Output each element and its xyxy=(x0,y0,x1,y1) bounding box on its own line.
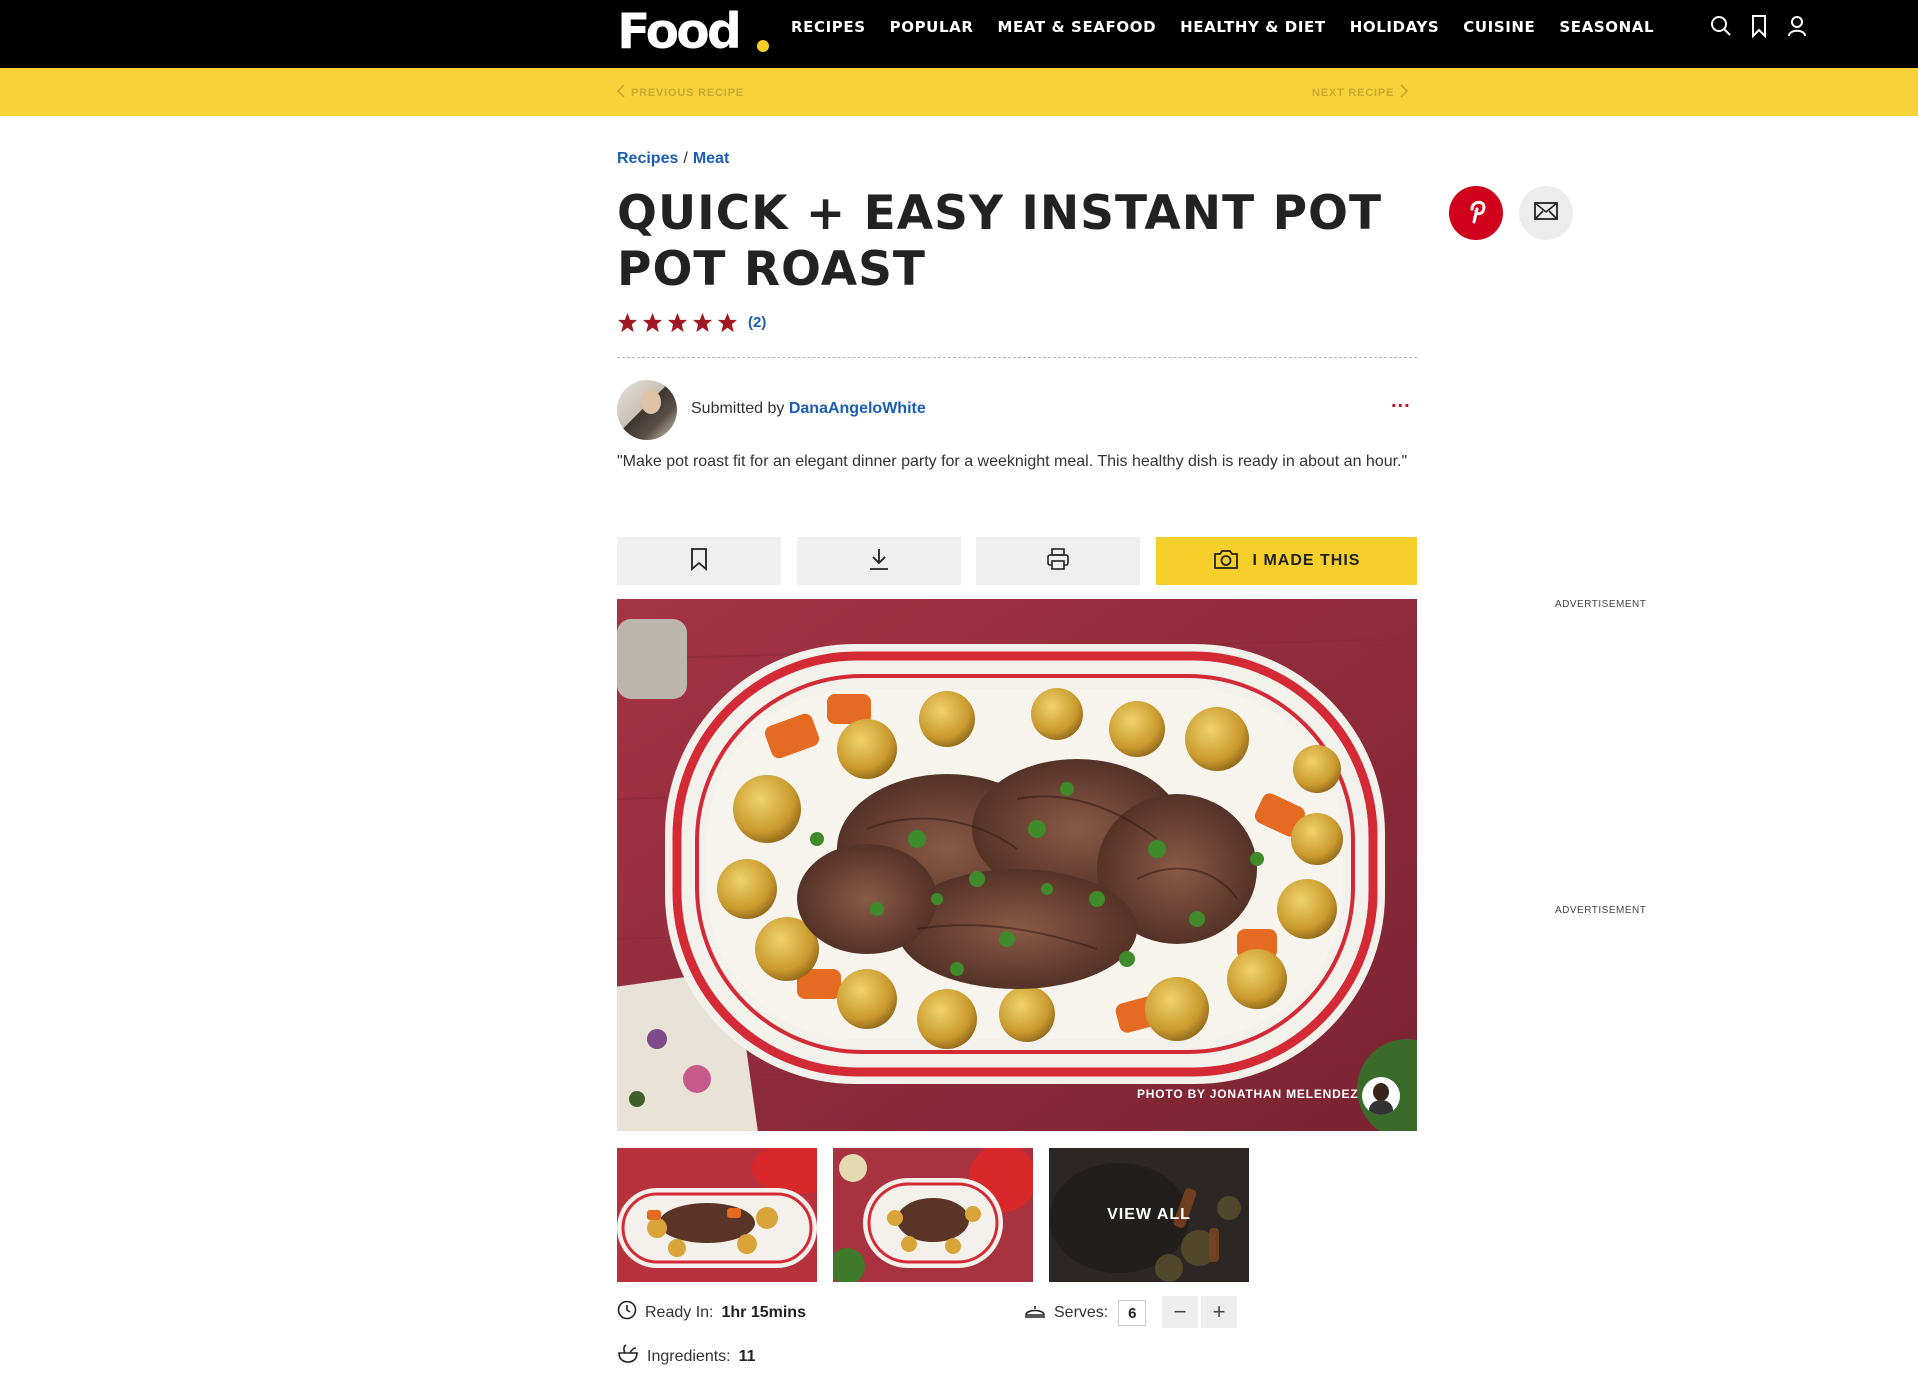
ingredients-icon xyxy=(617,1344,639,1369)
clock-icon xyxy=(617,1300,637,1325)
chevron-right-icon xyxy=(1400,84,1409,101)
recipe-description: "Make pot roast fit for an elegant dinne… xyxy=(617,453,1408,470)
star-icon xyxy=(717,312,738,333)
search-icon[interactable] xyxy=(1710,14,1732,38)
rating-count-link[interactable]: (2) xyxy=(748,314,766,331)
decrease-servings-button[interactable]: − xyxy=(1162,1296,1198,1328)
breadcrumb-meat[interactable]: Meat xyxy=(693,150,729,168)
submitted-prefix: Submitted by xyxy=(691,400,785,417)
bookmark-icon[interactable] xyxy=(1748,14,1770,39)
star-icon xyxy=(617,312,638,333)
main-nav: RECIPES POPULAR MEAT & SEAFOOD HEALTHY &… xyxy=(791,0,1678,54)
more-options-button[interactable]: ... xyxy=(1391,390,1411,413)
ready-in-value: 1hr 15mins xyxy=(721,1303,806,1321)
divider xyxy=(617,357,1417,358)
header-icons xyxy=(1710,14,1808,39)
email-share-button[interactable] xyxy=(1519,186,1573,240)
i-made-this-button[interactable]: I MADE THIS xyxy=(1156,537,1417,585)
ingredients-label: Ingredients: xyxy=(647,1347,731,1365)
photographer-avatar[interactable] xyxy=(1362,1077,1400,1115)
nav-item-popular[interactable]: POPULAR xyxy=(890,18,974,36)
nav-item-meat-seafood[interactable]: MEAT & SEAFOOD xyxy=(997,18,1156,36)
advertisement-label: ADVERTISEMENT xyxy=(1555,905,1647,916)
breadcrumb-separator: / xyxy=(683,150,688,167)
ingredients-count: Ingredients: 11 xyxy=(617,1344,756,1369)
star-icon xyxy=(642,312,663,333)
author-avatar[interactable] xyxy=(617,380,677,440)
previous-recipe-link[interactable]: PREVIOUS RECIPE xyxy=(616,84,744,101)
advertisement-label: ADVERTISEMENT xyxy=(1555,599,1647,610)
author-link[interactable]: DanaAngeloWhite xyxy=(789,400,926,417)
thumbnail-photo[interactable] xyxy=(617,1148,817,1282)
nav-item-healthy-diet[interactable]: HEALTHY & DIET xyxy=(1180,18,1326,36)
logo-dot xyxy=(757,40,769,52)
pinterest-share-button[interactable] xyxy=(1449,186,1503,240)
recipe-hero-photo[interactable] xyxy=(617,599,1417,1131)
star-icon xyxy=(667,312,688,333)
previous-recipe-label: PREVIOUS RECIPE xyxy=(631,86,744,99)
view-all-photos-tile[interactable] xyxy=(1049,1148,1249,1282)
nav-item-recipes[interactable]: RECIPES xyxy=(791,18,866,36)
pinterest-icon xyxy=(1463,196,1489,231)
next-recipe-label: NEXT RECIPE xyxy=(1312,86,1395,99)
ingredients-value: 11 xyxy=(738,1347,756,1365)
photo-credit[interactable]: PHOTO BY JONATHAN MELENDEZ xyxy=(1137,1087,1358,1101)
download-button[interactable] xyxy=(797,537,961,585)
download-icon xyxy=(867,547,891,576)
serving-dish-icon xyxy=(1024,1301,1046,1326)
nav-item-seasonal[interactable]: SEASONAL xyxy=(1559,18,1654,36)
printer-icon xyxy=(1046,547,1070,576)
top-navigation-bar: Food RECIPES POPULAR MEAT & SEAFOOD HEAL… xyxy=(0,0,1918,68)
serves: Serves: 6 xyxy=(1024,1300,1147,1326)
star-rating[interactable]: (2) xyxy=(617,312,766,333)
chevron-left-icon xyxy=(616,84,625,101)
star-icon xyxy=(692,312,713,333)
submitted-by: Submitted by DanaAngeloWhite xyxy=(691,400,926,418)
nav-item-cuisine[interactable]: CUISINE xyxy=(1463,18,1535,36)
bookmark-icon xyxy=(689,547,709,576)
nav-item-holidays[interactable]: HOLIDAYS xyxy=(1350,18,1440,36)
thumbnail-photo[interactable] xyxy=(833,1148,1033,1282)
next-recipe-link[interactable]: NEXT RECIPE xyxy=(1312,84,1409,101)
recipe-pager-bar xyxy=(0,68,1918,116)
serves-value[interactable]: 6 xyxy=(1118,1300,1147,1326)
ready-in: Ready In: 1hr 15mins xyxy=(617,1300,806,1325)
increase-servings-button[interactable]: + xyxy=(1201,1296,1237,1328)
ready-in-label: Ready In: xyxy=(645,1303,714,1321)
recipe-title: QUICK + EASY INSTANT POT POT ROAST xyxy=(617,186,1383,297)
breadcrumb-recipes[interactable]: Recipes xyxy=(617,150,678,168)
serves-label: Serves: xyxy=(1054,1304,1109,1321)
breadcrumb: Recipes / Meat xyxy=(617,150,729,168)
print-button[interactable] xyxy=(976,537,1140,585)
site-logo[interactable]: Food xyxy=(617,2,742,62)
envelope-icon xyxy=(1534,201,1558,225)
user-icon[interactable] xyxy=(1786,14,1808,38)
camera-icon xyxy=(1213,548,1239,575)
save-recipe-button[interactable] xyxy=(617,537,781,585)
i-made-this-label: I MADE THIS xyxy=(1252,552,1361,569)
